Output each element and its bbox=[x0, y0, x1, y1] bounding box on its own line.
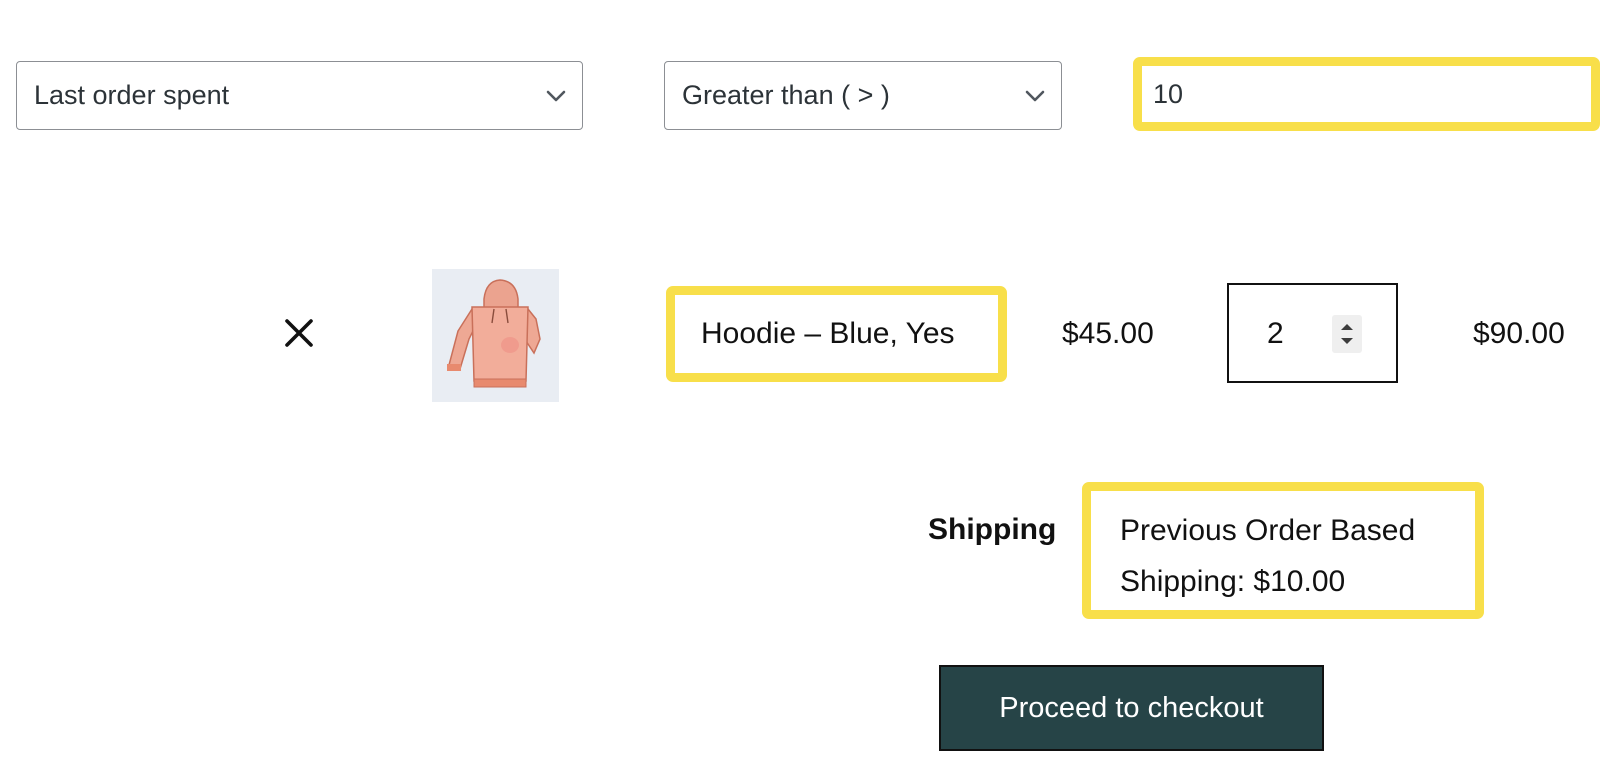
product-thumbnail[interactable] bbox=[432, 269, 559, 402]
condition-select-value: Last order spent bbox=[34, 80, 230, 110]
chevron-down-icon bbox=[546, 90, 566, 101]
operator-select-value: Greater than ( > ) bbox=[682, 80, 890, 110]
shipping-method: Previous Order Based Shipping: $10.00 bbox=[1120, 505, 1415, 607]
value-highlight bbox=[1133, 57, 1600, 131]
shipping-method-highlight: Previous Order Based Shipping: $10.00 bbox=[1082, 482, 1484, 619]
condition-select[interactable]: Last order spent bbox=[16, 61, 583, 130]
operator-select[interactable]: Greater than ( > ) bbox=[664, 61, 1062, 130]
close-icon[interactable] bbox=[281, 315, 317, 351]
hoodie-icon bbox=[447, 279, 541, 388]
quantity-stepper[interactable]: 2 bbox=[1227, 283, 1398, 383]
shipping-method-cost: Shipping: $10.00 bbox=[1120, 565, 1346, 598]
shipping-method-name: Previous Order Based bbox=[1120, 514, 1416, 547]
shipping-label: Shipping bbox=[928, 513, 1057, 546]
chevron-down-icon bbox=[1025, 90, 1045, 101]
spinner-arrows-icon[interactable] bbox=[1332, 315, 1362, 353]
proceed-to-checkout-button[interactable]: Proceed to checkout bbox=[939, 665, 1324, 751]
quantity-value: 2 bbox=[1267, 317, 1284, 350]
cart-page: Last order spent Greater than ( > ) 10 H… bbox=[0, 0, 1620, 776]
product-subtotal: $90.00 bbox=[1473, 317, 1565, 350]
value-input[interactable] bbox=[1142, 66, 1591, 122]
product-name-link[interactable]: Hoodie – Blue, Yes bbox=[675, 295, 998, 373]
product-price: $45.00 bbox=[1062, 317, 1154, 350]
product-name-highlight: Hoodie – Blue, Yes bbox=[666, 286, 1007, 382]
